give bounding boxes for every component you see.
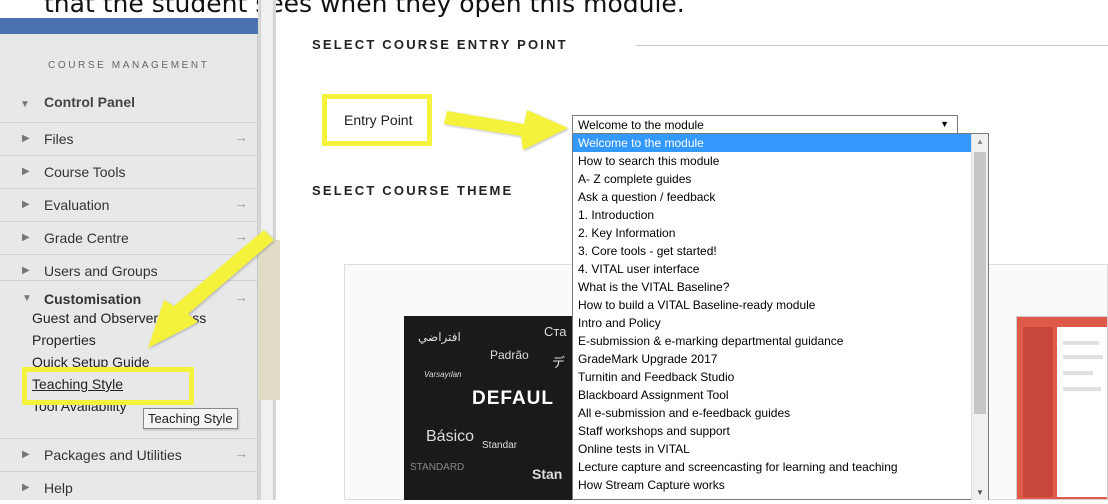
- dropdown-option[interactable]: 2. Key Information: [573, 224, 971, 242]
- triangle-down-icon: ▼: [22, 293, 32, 304]
- sidebar-item-label: Grade Centre: [44, 230, 129, 246]
- control-panel-header[interactable]: ▼ Control Panel: [0, 88, 258, 120]
- dropdown-option[interactable]: Welcome to the module: [573, 134, 971, 152]
- dropdown-option[interactable]: Ask a question / feedback: [573, 188, 971, 206]
- arrow-right-icon[interactable]: →: [234, 445, 248, 461]
- dropdown-option[interactable]: Intro and Policy: [573, 314, 971, 332]
- theme-preview-content: [1057, 327, 1107, 497]
- course-theme-section-title: SELECT COURSE THEME: [312, 183, 514, 198]
- theme-preview-line: [1063, 387, 1101, 391]
- arrow-to-select-icon: [444, 110, 568, 150]
- scroll-down-icon[interactable]: ▼: [976, 488, 984, 497]
- dropdown-scrollbar[interactable]: ▲ ▼: [971, 134, 988, 500]
- dropdown-option[interactable]: Blackboard Assignment Tool: [573, 386, 971, 404]
- arrow-right-icon[interactable]: →: [234, 195, 248, 211]
- scroll-up-icon[interactable]: ▲: [976, 137, 984, 146]
- arrow-right-icon[interactable]: →: [234, 228, 248, 244]
- theme-word: افتراضي: [418, 330, 461, 344]
- theme-thumbnail-default[interactable]: افتراضي Ста Padrão デ Varsayılan DEFAUL B…: [404, 316, 574, 500]
- entry-point-section-title: SELECT COURSE ENTRY POINT: [312, 37, 568, 52]
- dropdown-option[interactable]: How to build a VITAL Baseline-ready modu…: [573, 296, 971, 314]
- caret-down-icon[interactable]: ▼: [940, 119, 949, 129]
- dropdown-option[interactable]: 1. Introduction: [573, 206, 971, 224]
- background-decoration: [258, 240, 280, 400]
- theme-preview-line: [1063, 371, 1093, 375]
- dropdown-option[interactable]: A- Z complete guides: [573, 170, 971, 188]
- sidebar-item-label: Evaluation: [44, 197, 110, 213]
- entry-point-dropdown-list[interactable]: Welcome to the module How to search this …: [572, 133, 989, 500]
- sidebar-heading: COURSE MANAGEMENT: [48, 60, 210, 71]
- entry-point-label: Entry Point: [344, 112, 413, 128]
- theme-word: デ: [552, 355, 566, 370]
- sidebar-item-label: Users and Groups: [44, 263, 158, 279]
- theme-thumbnail-red[interactable]: [1016, 316, 1108, 500]
- triangle-right-icon: ▶: [22, 199, 30, 210]
- theme-word: Básico: [426, 428, 475, 445]
- dropdown-option[interactable]: Staff workshops and support: [573, 422, 971, 440]
- dropdown-option[interactable]: Online tests in VITAL: [573, 440, 971, 458]
- theme-word: Varsayılan: [424, 370, 462, 379]
- sub-item-guest-access[interactable]: Guest and Observer Access: [32, 310, 206, 326]
- dropdown-option[interactable]: Lecture capture and screencasting for le…: [573, 458, 971, 476]
- entry-point-select-value: Welcome to the module: [578, 118, 704, 132]
- dropdown-option[interactable]: E-submission & e-marking departmental gu…: [573, 332, 971, 350]
- sidebar-item-evaluation[interactable]: ▶ Evaluation →: [0, 188, 258, 221]
- theme-word: STANDARD: [410, 462, 465, 473]
- sidebar-item-packages-and-utilities[interactable]: ▶ Packages and Utilities →: [0, 438, 258, 471]
- entry-point-select[interactable]: Welcome to the module ▼: [572, 115, 958, 134]
- section-divider: [636, 45, 1108, 46]
- sidebar-item-grade-centre[interactable]: ▶ Grade Centre →: [0, 221, 258, 254]
- sub-item-properties[interactable]: Properties: [32, 332, 96, 348]
- arrow-right-icon[interactable]: →: [234, 289, 248, 305]
- dropdown-option[interactable]: All e-submission and e-feedback guides: [573, 404, 971, 422]
- triangle-right-icon: ▶: [22, 482, 30, 493]
- dropdown-option[interactable]: How to search this module: [573, 152, 971, 170]
- arrow-right-icon[interactable]: →: [234, 129, 248, 145]
- theme-word: Padrão: [490, 348, 529, 362]
- scrollbar-thumb[interactable]: [974, 152, 986, 414]
- dropdown-option[interactable]: Turnitin and Feedback Studio: [573, 368, 971, 386]
- theme-word: Ста: [544, 324, 567, 339]
- theme-preview-sidebar: [1023, 327, 1053, 497]
- sidebar-item-label: Help: [44, 480, 73, 496]
- triangle-right-icon: ▶: [22, 232, 30, 243]
- dropdown-option[interactable]: What is the VITAL Baseline?: [573, 278, 971, 296]
- sidebar-top-bar: [0, 18, 258, 34]
- sidebar-item-course-tools[interactable]: ▶ Course Tools: [0, 155, 258, 188]
- teaching-style-tooltip: Teaching Style: [143, 408, 238, 429]
- theme-word: DEFAUL: [472, 388, 554, 409]
- triangle-right-icon: ▶: [22, 133, 30, 144]
- triangle-right-icon: ▶: [22, 449, 30, 460]
- sidebar-item-label: Customisation: [44, 291, 142, 307]
- sidebar-item-label: Packages and Utilities: [44, 447, 182, 463]
- theme-word: Standar: [482, 440, 518, 451]
- dropdown-option[interactable]: GradeMark Upgrade 2017: [573, 350, 971, 368]
- control-panel-label: Control Panel: [44, 94, 136, 110]
- triangle-right-icon: ▶: [22, 265, 30, 276]
- dropdown-option[interactable]: 3. Core tools - get started!: [573, 242, 971, 260]
- instruction-text: that the student sees when they open thi…: [44, 0, 685, 18]
- teaching-style-highlight: [22, 367, 194, 405]
- dropdown-option[interactable]: 4. VITAL user interface: [573, 260, 971, 278]
- sidebar-item-label: Files: [44, 131, 74, 147]
- theme-word: Stan: [532, 466, 563, 482]
- sidebar-item-help[interactable]: ▶ Help: [0, 471, 258, 504]
- sidebar-item-label: Course Tools: [44, 164, 126, 180]
- sidebar-item-files[interactable]: ▶ Files →: [0, 122, 258, 155]
- sidebar-item-customisation[interactable]: ▼ Customisation →: [0, 280, 258, 313]
- theme-preview-line: [1063, 341, 1099, 345]
- theme-preview-line: [1063, 355, 1103, 359]
- dropdown-option[interactable]: How Stream Capture works: [573, 476, 971, 494]
- triangle-down-icon: ▼: [20, 99, 30, 110]
- triangle-right-icon: ▶: [22, 166, 30, 177]
